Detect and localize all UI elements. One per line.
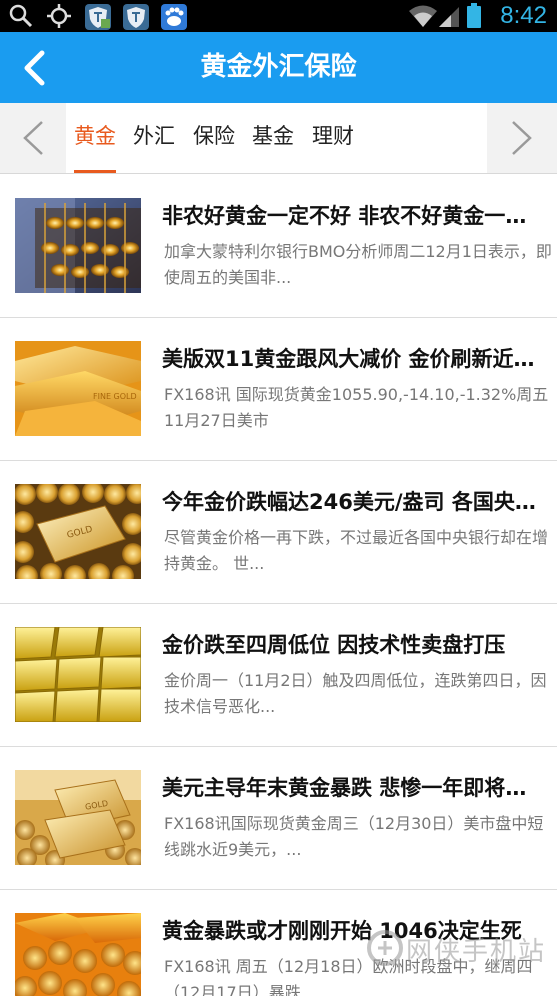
news-item[interactable]: GOLD 美元主导年末黄金暴跌 悲惨一年即将结束 FX168讯国际现货黄金周三（… — [0, 747, 557, 890]
status-time: 8:42 — [500, 2, 547, 29]
news-title: 今年金价跌幅达246美元/盎司 各国央行却在增持 — [162, 490, 547, 514]
news-summary: FX168讯 国际现货黄金1055.90,-14.10,-1.32%周五11月2… — [164, 385, 549, 430]
news-item[interactable]: 非农好黄金一定不好 非农不好黄金一定好 加拿大蒙特利尔银行BMO分析师周二12月… — [0, 175, 557, 318]
shield-app-icon — [85, 4, 111, 30]
wifi-icon — [409, 5, 437, 27]
news-title: 黄金暴跌或才刚刚开始 1046决定生死 — [162, 919, 522, 943]
gold-ingots-image — [15, 627, 141, 722]
tab-finance[interactable]: 理财 — [312, 103, 354, 173]
page-title: 黄金外汇保险 — [200, 52, 357, 82]
signal-icon — [439, 7, 459, 27]
gold-pile-image — [15, 913, 141, 996]
shield-icon — [123, 4, 149, 30]
svg-text:FINE GOLD: FINE GOLD — [93, 392, 137, 401]
tabs-scroll-right-button[interactable] — [487, 103, 557, 173]
baidu-icon — [161, 4, 187, 30]
news-title: 美元主导年末黄金暴跌 悲惨一年即将结束 — [162, 776, 547, 800]
status-bar: 8:42 — [0, 0, 557, 32]
app-header: 黄金外汇保险 — [0, 32, 557, 103]
news-item[interactable]: GOLD 今年金价跌幅达246美元/盎司 各国央行却在增持 尽管黄金价格一再下跌… — [0, 461, 557, 604]
tabs-scroll-left-button[interactable] — [0, 103, 66, 173]
news-summary: 加拿大蒙特利尔银行BMO分析师周二12月1日表示，即使周五的美国非... — [164, 242, 552, 287]
news-summary: FX168讯 周五（12月18日）欧洲时段盘中，继周四（12月17日）暴跌... — [164, 957, 533, 996]
news-summary: FX168讯国际现货黄金周三（12月30日）美市盘中短线跳水近9美元，... — [164, 814, 544, 859]
news-title: 金价跌至四周低位 因技术性卖盘打压 — [162, 633, 506, 657]
tab-fund[interactable]: 基金 — [252, 103, 294, 173]
category-tabs: 黄金 外汇 保险 基金 理财 — [0, 103, 557, 174]
news-item[interactable]: FINE GOLD 美版双11黄金跟风大减价 金价刷新近6年新低 FX168讯 … — [0, 318, 557, 461]
news-item[interactable]: 黄金暴跌或才刚刚开始 1046决定生死 FX168讯 周五（12月18日）欧洲时… — [0, 890, 557, 996]
news-summary: 金价周一（11月2日）触及四周低位，连跌第四日，因技术信号恶化... — [164, 671, 547, 716]
abacus-gold-image — [15, 198, 141, 293]
gold-bars-image: FINE GOLD — [15, 341, 141, 436]
tab-insurance[interactable]: 保险 — [193, 103, 235, 173]
news-title: 非农好黄金一定不好 非农不好黄金一定好 — [162, 204, 547, 228]
tab-forex[interactable]: 外汇 — [133, 103, 175, 173]
gps-icon — [47, 4, 71, 28]
news-title: 美版双11黄金跟风大减价 金价刷新近6年新低 — [162, 347, 547, 371]
battery-icon — [467, 3, 481, 28]
news-summary: 尽管黄金价格一再下跌，不过最近各国中央银行却在增持黄金。 世... — [164, 528, 549, 573]
chevron-left-icon — [23, 121, 43, 155]
gold-coins-image: GOLD — [15, 484, 141, 579]
tab-gold[interactable]: 黄金 — [74, 103, 116, 173]
gold-bullion-image: GOLD — [15, 770, 141, 865]
news-item[interactable]: 金价跌至四周低位 因技术性卖盘打压 金价周一（11月2日）触及四周低位，连跌第四… — [0, 604, 557, 747]
search-icon — [9, 4, 33, 28]
chevron-right-icon — [512, 121, 532, 155]
